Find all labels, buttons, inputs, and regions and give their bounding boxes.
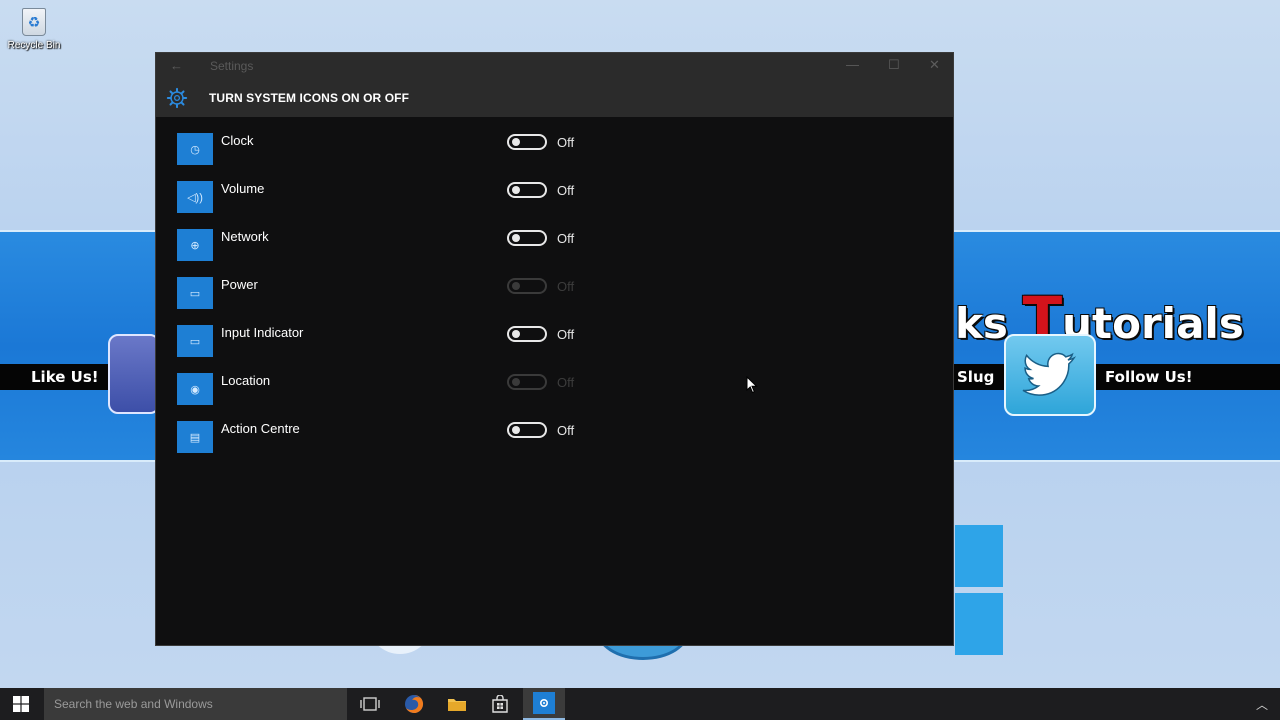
window-title: Settings [210,59,254,73]
taskbar-settings[interactable] [523,688,565,720]
start-button[interactable] [0,688,42,720]
system-icon-label: Network [221,229,269,244]
taskbar-search-box[interactable]: Search the web and Windows [44,688,347,720]
toggle-state: Off [557,375,575,390]
taskbar-file-explorer[interactable] [436,688,478,720]
system-icon-row-location: ◉ Location Off [156,373,953,421]
toggle-knob [512,234,520,242]
recycle-bin-label: Recycle Bin [7,40,61,51]
like-us-text: Like Us! [31,368,99,386]
back-arrow-icon[interactable]: ← [170,58,183,73]
taskbar-store[interactable] [479,688,521,720]
keyboard-icon: ▭ [177,325,213,357]
page-header: TURN SYSTEM ICONS ON OR OFF [156,79,953,117]
input-indicator-toggle[interactable] [507,326,547,342]
system-icon-row-power: ▭ Power Off [156,277,953,325]
toggle-state: Off [557,135,575,150]
battery-icon: ▭ [177,277,213,309]
volume-icon: ◁)) [177,181,213,213]
network-icon: ⊕ [177,229,213,261]
gear-icon [539,698,549,708]
system-icon-row-action-centre: ▤ Action Centre Off [156,421,953,469]
firefox-icon [405,694,424,713]
mouse-cursor-icon [746,376,758,394]
volume-toggle[interactable] [507,182,547,198]
window-titlebar: ← Settings — ☐ ✕ [156,53,953,79]
system-icon-label: Clock [221,133,254,148]
system-icon-row-clock: ◷ Clock Off [156,133,953,181]
system-icon-row-network: ⊕ Network Off [156,229,953,277]
folder-icon [448,699,466,711]
network-toggle[interactable] [507,230,547,246]
toggle-knob [512,186,520,194]
toggle-state: Off [557,231,575,246]
taskbar-firefox[interactable] [393,688,435,720]
system-icon-label: Input Indicator [221,325,304,340]
system-icon-label: Location [221,373,271,388]
close-button[interactable]: ✕ [929,57,940,73]
toggle-knob [512,282,520,290]
toggle-knob [512,138,520,146]
task-view-button[interactable] [349,688,391,720]
location-icon: ◉ [177,373,213,405]
follow-us-text: Follow Us! [1105,368,1193,386]
settings-window: ← Settings — ☐ ✕ TURN SYSTEM ICONS ON OR… [155,52,954,646]
twitter-logo-tile [1004,334,1096,416]
system-icon-label: Action Centre [221,421,300,436]
store-icon [492,695,508,713]
page-title: TURN SYSTEM ICONS ON OR OFF [209,91,410,105]
twitter-bird-icon [1022,352,1077,396]
toggle-state: Off [557,183,575,198]
windows-logo-wallpaper [955,525,1003,657]
clock-toggle[interactable] [507,134,547,150]
clock-icon: ◷ [177,133,213,165]
system-icon-row-volume: ◁)) Volume Off [156,181,953,229]
system-icon-label: Volume [221,181,265,196]
toggle-state: Off [557,327,575,342]
action-centre-icon: ▤ [177,421,213,453]
power-toggle [507,278,547,294]
task-view-icon [360,697,380,711]
location-toggle [507,374,547,390]
minimize-button[interactable]: — [846,57,859,72]
toggle-knob [512,426,520,434]
toggle-knob [512,330,520,338]
settings-app-icon [533,692,555,714]
show-hidden-icons-chevron-icon[interactable]: ︿ [1256,696,1268,713]
system-icon-row-input-indicator: ▭ Input Indicator Off [156,325,953,373]
system-icon-label: Power [221,277,258,292]
toggle-state: Off [557,423,575,438]
action-centre-toggle[interactable] [507,422,547,438]
toggle-state: Off [557,279,575,294]
slug-text: Slug [957,368,995,386]
recycle-bin-icon: ♻ [22,8,46,36]
facebook-logo-tile [108,334,160,414]
taskbar: Search the web and Windows ︿ [0,688,1280,720]
maximize-button[interactable]: ☐ [888,57,900,73]
gear-icon [166,87,188,109]
wallpaper-title: ks Tutorials [955,284,1244,352]
toggle-knob [512,378,520,386]
recycle-bin-shortcut[interactable]: ♻ Recycle Bin [6,8,62,51]
windows-start-icon [13,696,29,712]
